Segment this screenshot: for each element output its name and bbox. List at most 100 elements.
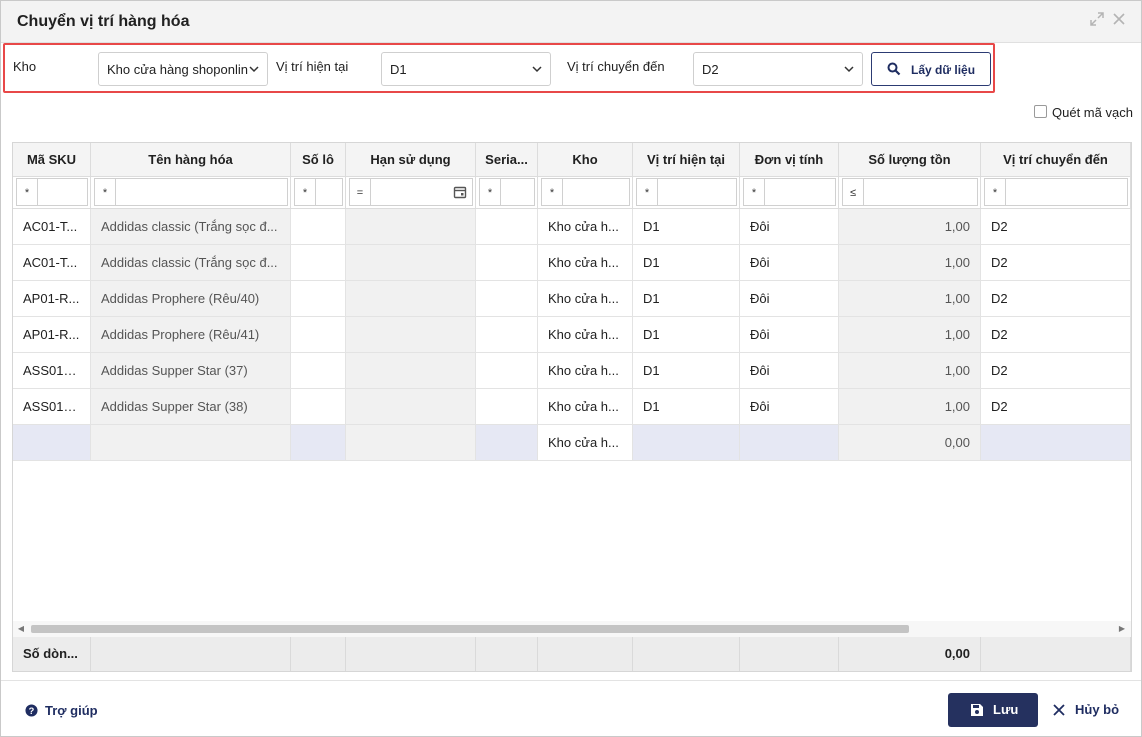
grid-cell-expiry[interactable]: [346, 209, 476, 245]
grid-cell-lot[interactable]: [291, 353, 346, 389]
grid-cell-expiry[interactable]: [346, 389, 476, 425]
grid-cell-current-location[interactable]: D1: [633, 209, 740, 245]
grid-cell-current-location[interactable]: [633, 425, 740, 461]
grid-cell-unit[interactable]: Đôi: [740, 353, 839, 389]
scroll-left-icon[interactable]: ◀: [16, 624, 26, 634]
save-button[interactable]: Lưu: [948, 693, 1038, 727]
grid-cell-serial[interactable]: [476, 425, 538, 461]
grid-cell-product-name[interactable]: Addidas Prophere (Rêu/41): [91, 317, 291, 353]
filter-operator-button[interactable]: *: [16, 178, 38, 206]
column-header-unit[interactable]: Đơn vị tính: [740, 143, 839, 177]
current-location-select[interactable]: D1: [381, 52, 551, 86]
filter-input-warehouse[interactable]: [563, 178, 630, 206]
grid-cell-product-name[interactable]: Addidas Supper Star (37): [91, 353, 291, 389]
grid-cell-sku[interactable]: ASS01-38: [13, 389, 91, 425]
filter-operator-button[interactable]: *: [479, 178, 501, 206]
grid-cell-product-name[interactable]: Addidas classic (Trắng sọc đ...: [91, 245, 291, 281]
filter-operator-button[interactable]: *: [294, 178, 316, 206]
filter-input-serial[interactable]: [501, 178, 535, 206]
grid-cell-target-location[interactable]: D2: [981, 389, 1131, 425]
grid-cell-target-location[interactable]: [981, 425, 1131, 461]
filter-input-target-location[interactable]: [1006, 178, 1128, 206]
grid-cell-stock-qty[interactable]: 1,00: [839, 281, 981, 317]
grid-cell-target-location[interactable]: D2: [981, 209, 1131, 245]
filter-operator-button[interactable]: *: [743, 178, 765, 206]
calendar-icon[interactable]: [453, 185, 467, 199]
checkbox-box[interactable]: [1034, 105, 1047, 118]
column-header-expiry[interactable]: Hạn sử dụng: [346, 143, 476, 177]
column-header-sku[interactable]: Mã SKU: [13, 143, 91, 177]
grid-cell-current-location[interactable]: D1: [633, 317, 740, 353]
grid-cell-unit[interactable]: Đôi: [740, 209, 839, 245]
grid-cell-unit[interactable]: [740, 425, 839, 461]
column-header-product-name[interactable]: Tên hàng hóa: [91, 143, 291, 177]
grid-cell-current-location[interactable]: D1: [633, 281, 740, 317]
grid-cell-target-location[interactable]: D2: [981, 317, 1131, 353]
filter-operator-button[interactable]: *: [636, 178, 658, 206]
grid-cell-stock-qty[interactable]: 1,00: [839, 245, 981, 281]
grid-cell-serial[interactable]: [476, 209, 538, 245]
grid-cell-expiry[interactable]: [346, 245, 476, 281]
filter-input-unit[interactable]: [765, 178, 836, 206]
grid-cell-warehouse[interactable]: Kho cửa h...: [538, 389, 633, 425]
grid-cell-warehouse[interactable]: Kho cửa h...: [538, 281, 633, 317]
grid-cell-warehouse[interactable]: Kho cửa h...: [538, 245, 633, 281]
grid-cell-sku[interactable]: AC01-T...: [13, 209, 91, 245]
grid-cell-product-name[interactable]: Addidas Supper Star (38): [91, 389, 291, 425]
target-location-select[interactable]: D2: [693, 52, 863, 86]
grid-cell-stock-qty[interactable]: 1,00: [839, 389, 981, 425]
filter-operator-button[interactable]: =: [349, 178, 371, 206]
scrollbar-thumb[interactable]: [31, 625, 909, 633]
grid-cell-serial[interactable]: [476, 389, 538, 425]
fetch-data-button[interactable]: Lấy dữ liệu: [871, 52, 991, 86]
grid-cell-current-location[interactable]: D1: [633, 389, 740, 425]
filter-input-product-name[interactable]: [116, 178, 288, 206]
filter-operator-button[interactable]: *: [94, 178, 116, 206]
filter-input-lot[interactable]: [316, 178, 343, 206]
grid-cell-stock-qty[interactable]: 1,00: [839, 209, 981, 245]
grid-cell-stock-qty[interactable]: 0,00: [839, 425, 981, 461]
grid-cell-lot[interactable]: [291, 281, 346, 317]
grid-cell-expiry[interactable]: [346, 317, 476, 353]
filter-input-sku[interactable]: [38, 178, 88, 206]
grid-cell-unit[interactable]: Đôi: [740, 245, 839, 281]
warehouse-select[interactable]: Kho cửa hàng shoponline: [98, 52, 268, 86]
maximize-icon[interactable]: [1089, 12, 1105, 30]
grid-cell-warehouse[interactable]: Kho cửa h...: [538, 209, 633, 245]
grid-cell-unit[interactable]: Đôi: [740, 281, 839, 317]
grid-cell-serial[interactable]: [476, 245, 538, 281]
grid-cell-serial[interactable]: [476, 281, 538, 317]
grid-cell-serial[interactable]: [476, 353, 538, 389]
grid-cell-stock-qty[interactable]: 1,00: [839, 353, 981, 389]
grid-cell-sku[interactable]: AP01-R...: [13, 281, 91, 317]
filter-operator-button[interactable]: *: [984, 178, 1006, 206]
grid-cell-product-name[interactable]: Addidas Prophere (Rêu/40): [91, 281, 291, 317]
grid-cell-warehouse[interactable]: Kho cửa h...: [538, 353, 633, 389]
column-header-current-location[interactable]: Vị trí hiện tại: [633, 143, 740, 177]
grid-cell-stock-qty[interactable]: 1,00: [839, 317, 981, 353]
grid-cell-sku[interactable]: ASS01-37: [13, 353, 91, 389]
grid-cell-serial[interactable]: [476, 317, 538, 353]
grid-cell-lot[interactable]: [291, 425, 346, 461]
column-header-serial[interactable]: Seria...: [476, 143, 538, 177]
grid-cell-unit[interactable]: Đôi: [740, 317, 839, 353]
grid-cell-target-location[interactable]: D2: [981, 281, 1131, 317]
grid-cell-sku[interactable]: AC01-T...: [13, 245, 91, 281]
grid-cell-sku[interactable]: [13, 425, 91, 461]
close-icon[interactable]: [1111, 12, 1127, 30]
grid-cell-sku[interactable]: AP01-R...: [13, 317, 91, 353]
grid-cell-expiry[interactable]: [346, 353, 476, 389]
grid-cell-product-name[interactable]: [91, 425, 291, 461]
grid-cell-warehouse[interactable]: Kho cửa h...: [538, 425, 633, 461]
filter-input-stock-qty[interactable]: [864, 178, 978, 206]
grid-cell-lot[interactable]: [291, 245, 346, 281]
grid-cell-target-location[interactable]: D2: [981, 353, 1131, 389]
grid-cell-current-location[interactable]: D1: [633, 353, 740, 389]
column-header-lot[interactable]: Số lô: [291, 143, 346, 177]
filter-operator-button[interactable]: *: [541, 178, 563, 206]
horizontal-scrollbar[interactable]: ◀ ▶: [13, 621, 1131, 637]
grid-cell-expiry[interactable]: [346, 281, 476, 317]
grid-cell-product-name[interactable]: Addidas classic (Trắng sọc đ...: [91, 209, 291, 245]
filter-input-current-location[interactable]: [658, 178, 737, 206]
grid-cell-warehouse[interactable]: Kho cửa h...: [538, 317, 633, 353]
